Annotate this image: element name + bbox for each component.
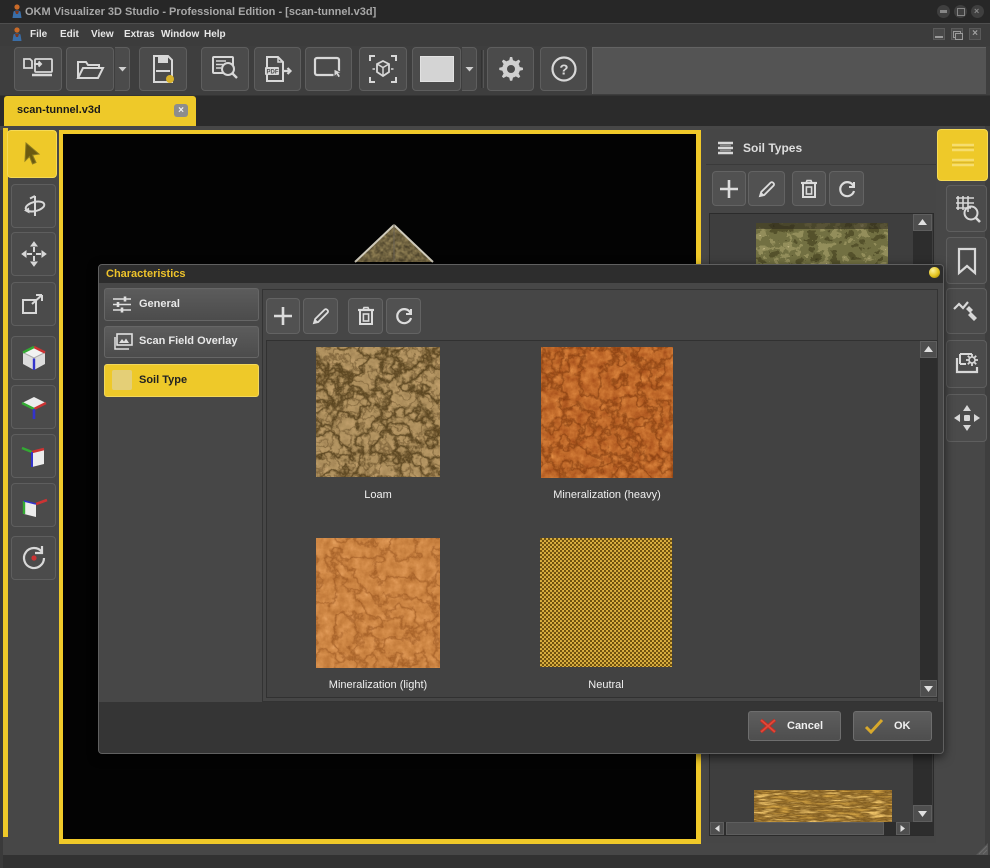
svg-text:?: ?: [559, 62, 568, 79]
svg-text:PDF: PDF: [266, 70, 278, 76]
